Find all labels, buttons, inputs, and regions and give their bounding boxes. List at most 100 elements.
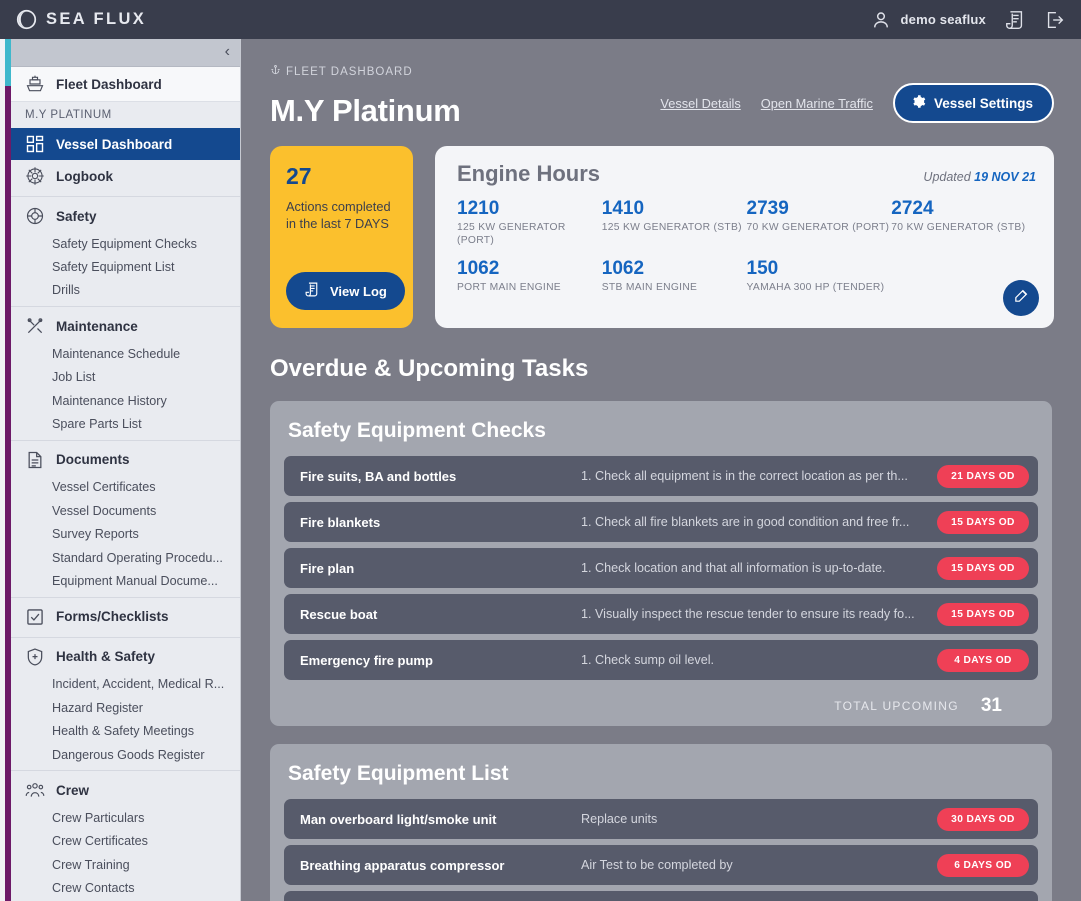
- logout-icon[interactable]: [1044, 9, 1066, 31]
- status-badge: 4 DAYS OD: [937, 648, 1029, 672]
- task-description: 1. Check all fire blankets are in good c…: [581, 515, 910, 529]
- sidebar-separator: [11, 770, 240, 772]
- engine-hours-value: 1062: [457, 258, 500, 279]
- table-row[interactable]: Fire blankets 1. Check all fire blankets …: [284, 502, 1038, 542]
- total-upcoming-label: TOTAL UPCOMING: [834, 699, 959, 713]
- open-marine-traffic-link[interactable]: Open Marine Traffic: [761, 96, 873, 111]
- sidebar-item-documents[interactable]: Documents: [11, 444, 240, 476]
- sidebar-subitem[interactable]: Drills: [11, 279, 240, 302]
- sidebar-subitem[interactable]: Crew Particulars: [11, 806, 240, 829]
- chevron-left-icon: ‹: [224, 43, 230, 60]
- engine-hours-title: Engine Hours: [457, 161, 601, 186]
- vessel-details-link[interactable]: Vessel Details: [660, 96, 740, 111]
- seaflux-logo-icon: [16, 9, 37, 30]
- sidebar-item-health-safety[interactable]: Health & Safety: [11, 641, 240, 673]
- main-content: FLEET DASHBOARD M.Y Platinum Vessel Deta…: [241, 39, 1081, 901]
- table-row[interactable]: Fire plan 1. Check location and that all …: [284, 548, 1038, 588]
- sidebar-subitem[interactable]: Equipment Manual Docume...: [11, 569, 240, 592]
- sidebar-subitem[interactable]: Crew Training: [11, 853, 240, 876]
- view-log-button[interactable]: View Log: [286, 272, 405, 310]
- sidebar-item-label: Crew: [56, 782, 90, 798]
- sidebar-separator: [11, 439, 240, 441]
- sidebar-item-maintenance[interactable]: Maintenance: [11, 310, 240, 342]
- engine-hours-label: 125 KW GENERATOR (PORT): [457, 222, 566, 246]
- engine-hours-value: 1210: [457, 198, 500, 219]
- sidebar-subitem[interactable]: Safety Equipment List: [11, 255, 240, 278]
- user-menu[interactable]: demo seaflux: [870, 9, 987, 31]
- task-description: 1. Check location and that all informati…: [581, 561, 886, 575]
- task-name: Breathing apparatus compressor: [300, 857, 505, 873]
- vessel-settings-label: Vessel Settings: [933, 95, 1033, 111]
- sidebar-item-fleet-dashboard[interactable]: Fleet Dashboard: [11, 67, 240, 102]
- table-row[interactable]: Rescue boat 1. Visually inspect the rescu…: [284, 594, 1038, 634]
- sidebar-collapse-button[interactable]: ‹: [11, 39, 240, 67]
- table-row[interactable]: [284, 891, 1038, 901]
- sidebar-subitem[interactable]: Maintenance History: [11, 389, 240, 412]
- task-description: Air Test to be completed by: [581, 858, 733, 872]
- task-name: Emergency fire pump: [300, 652, 433, 668]
- sidebar-subitem[interactable]: Health & Safety Meetings: [11, 719, 240, 742]
- lifebuoy-icon: [25, 206, 45, 226]
- checkbox-icon: [25, 607, 45, 627]
- sidebar-subitem[interactable]: Maintenance Schedule: [11, 342, 240, 365]
- document-icon: [25, 450, 45, 470]
- table-row[interactable]: Fire suits, BA and bottles 1. Check all e…: [284, 456, 1038, 496]
- shield-plus-icon: [25, 647, 45, 667]
- sidebar-subitem[interactable]: Safety Equipment Checks: [11, 232, 240, 255]
- sidebar-subitem[interactable]: Vessel Certificates: [11, 476, 240, 499]
- task-description: Replace units: [581, 812, 658, 826]
- page-header: M.Y Platinum Vessel Details Open Marine …: [270, 83, 1081, 129]
- sidebar-subitem[interactable]: Crew Contacts: [11, 876, 240, 899]
- sidebar-item-logbook[interactable]: Logbook: [11, 160, 240, 192]
- sidebar-separator: [11, 306, 240, 308]
- sidebar-item-safety[interactable]: Safety: [11, 200, 240, 232]
- engine-hours-edit-button[interactable]: [1003, 280, 1039, 316]
- document-news-icon[interactable]: [1004, 9, 1026, 31]
- sidebar-item-label: Fleet Dashboard: [56, 76, 162, 92]
- sidebar-subitem[interactable]: Survey Reports: [11, 523, 240, 546]
- engine-hours-grid: 1210 125 KW GENERATOR (PORT) 1410 125 KW GE…: [457, 197, 1036, 295]
- panel-footer: TOTAL UPCOMING 31: [284, 686, 1038, 726]
- sidebar-subitem[interactable]: Crew Certificates: [11, 830, 240, 853]
- table-row[interactable]: Breathing apparatus compressor Air Test t…: [284, 845, 1038, 885]
- breadcrumb[interactable]: FLEET DASHBOARD: [270, 64, 1081, 79]
- sidebar-subitem[interactable]: Standard Operating Procedu...: [11, 546, 240, 569]
- sidebar-item-label: Maintenance: [56, 318, 138, 334]
- engine-hours-label: STB MAIN ENGINE: [601, 282, 698, 293]
- user-icon: [870, 9, 892, 31]
- brand-name: SEA FLUX: [46, 10, 147, 28]
- top-bar-right: demo seaflux: [870, 9, 1067, 31]
- sidebar-subitem[interactable]: Vessel Documents: [11, 499, 240, 522]
- table-row[interactable]: Emergency fire pump 1. Check sump oil lev…: [284, 640, 1038, 680]
- sidebar-subitem[interactable]: Incident, Accident, Medical R...: [11, 673, 240, 696]
- sidebar-subitem[interactable]: Hazard Register: [11, 696, 240, 719]
- sidebar-item-label: Documents: [56, 452, 130, 468]
- sidebar-item-crew[interactable]: Crew: [11, 774, 240, 806]
- ships-wheel-icon: [25, 166, 45, 186]
- sidebar-subitem[interactable]: Dangerous Goods Register: [11, 743, 240, 766]
- engine-hours-value: 1062: [601, 258, 645, 279]
- tools-icon: [25, 316, 45, 336]
- engine-hours-value: 1410: [601, 198, 645, 219]
- brand-logo[interactable]: SEA FLUX: [16, 9, 146, 30]
- engine-hours-label: PORT MAIN ENGINE: [457, 282, 561, 293]
- sidebar-item-forms-checklists[interactable]: Forms/Checklists: [11, 601, 240, 633]
- summary-cards-row: 27 Actions completed in the last 7 DAYS …: [270, 146, 1081, 328]
- engine-hours-cell: 1062 STB MAIN ENGINE: [602, 257, 747, 295]
- sidebar-subitem[interactable]: Spare Parts List: [11, 412, 240, 435]
- sidebar-item-vessel-dashboard[interactable]: Vessel Dashboard: [11, 128, 240, 160]
- sidebar[interactable]: ‹ Fleet Dashboard M.Y PLATINUM Vessel Da…: [11, 39, 241, 901]
- sidebar-subitem[interactable]: Job List: [11, 366, 240, 389]
- engine-hours-cell: 1410 125 KW GENERATOR (STB): [602, 197, 747, 247]
- status-badge: 15 DAYS OD: [937, 556, 1029, 580]
- table-row[interactable]: Man overboard light/smoke unit Replace un…: [284, 799, 1038, 839]
- task-name: Fire blankets: [300, 514, 381, 530]
- vessel-settings-button[interactable]: Vessel Settings: [892, 83, 1054, 123]
- engine-hours-label: 125 KW GENERATOR (STB): [601, 222, 742, 233]
- task-description: 1. Visually inspect the rescue tender to…: [581, 607, 915, 621]
- status-badge: 15 DAYS OD: [937, 602, 1029, 626]
- sidebar-separator: [11, 196, 240, 197]
- engine-hours-row: 1210 125 KW GENERATOR (PORT) 1410 125 KW GE…: [457, 197, 1036, 247]
- edit-pencil-icon: [1013, 287, 1030, 309]
- engine-hours-header: Engine Hours Updated 19 NOV 21: [457, 161, 1036, 187]
